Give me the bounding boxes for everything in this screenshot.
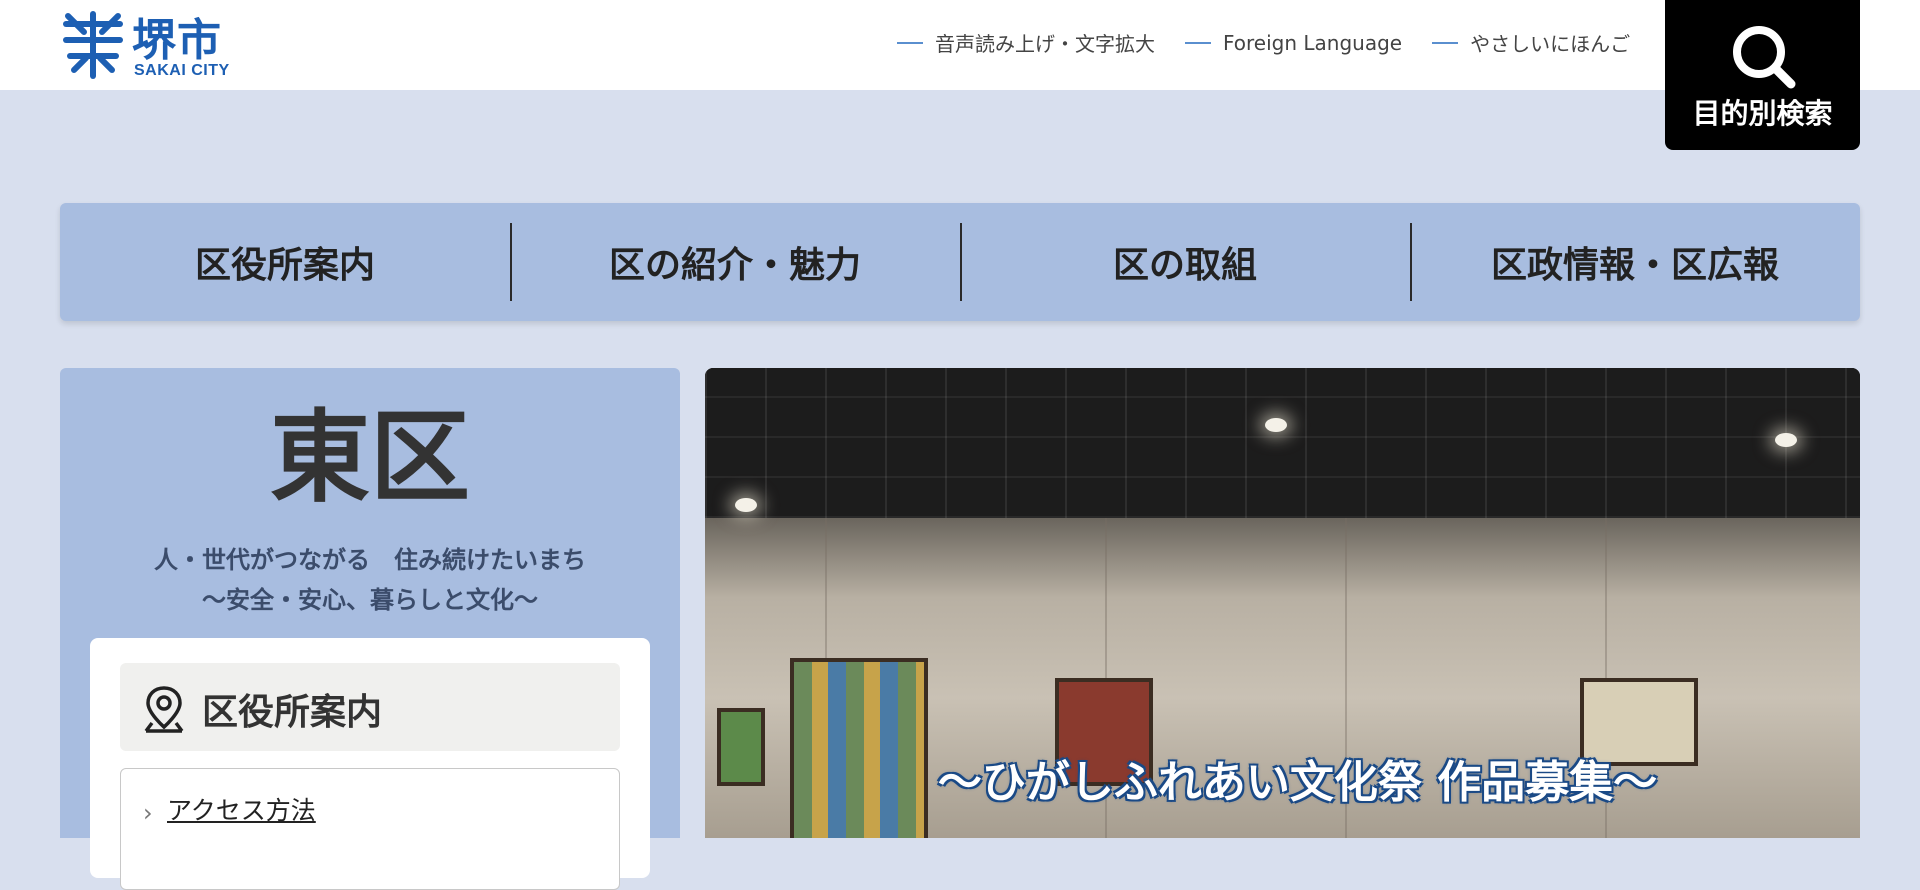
util-link-label: Foreign Language	[1223, 30, 1403, 55]
logo-text: 堺市	[132, 15, 222, 66]
logo-english-text: SAKAI CITY	[134, 62, 230, 79]
sakai-city-logo[interactable]: 堺市 SAKAI CITY	[60, 8, 260, 84]
main-navigation: 区役所案内 区の紹介・魅力 区の取組 区政情報・区広報	[60, 203, 1860, 321]
card-title: 区役所案内	[202, 692, 383, 733]
hero-banner[interactable]: 〜ひがしふれあい文化祭 作品募集〜	[705, 368, 1860, 838]
spotlight	[735, 498, 757, 512]
site-header: 堺市 SAKAI CITY 音声読み上げ・文字拡大 Foreign Langua…	[0, 0, 1920, 150]
nav-item-ward-government-info[interactable]: 区政情報・区広報	[1410, 203, 1860, 321]
ward-subtagline: 〜安全・安心、暮らしと文化〜	[202, 586, 538, 614]
nav-item-ward-introduction[interactable]: 区の紹介・魅力	[510, 203, 960, 321]
chevron-right-icon: ›	[143, 799, 153, 827]
dash-icon	[1432, 41, 1459, 44]
dash-icon	[1185, 41, 1211, 44]
nav-item-ward-initiatives[interactable]: 区の取組	[960, 203, 1410, 321]
search-icon	[1733, 26, 1796, 89]
util-link-label: 音声読み上げ・文字拡大	[935, 32, 1155, 56]
purpose-search-button[interactable]: 目的別検索	[1665, 0, 1860, 150]
utility-links: 音声読み上げ・文字拡大 Foreign Language やさしいにほんご	[897, 28, 1660, 57]
search-label: 目的別検索	[1692, 97, 1833, 130]
map-pin-icon	[144, 686, 184, 733]
ward-name: 東区	[270, 399, 470, 516]
text-to-speech-link[interactable]: 音声読み上げ・文字拡大	[897, 28, 1155, 57]
hero-caption: 〜ひがしふれあい文化祭 作品募集〜	[937, 757, 1658, 808]
easy-japanese-link[interactable]: やさしいにほんご	[1432, 28, 1630, 57]
spotlight	[1775, 433, 1797, 447]
card-header: 区役所案内	[120, 663, 620, 751]
ward-tagline: 人・世代がつながる 住み続けたいまち	[154, 546, 586, 574]
city-emblem-icon	[63, 11, 123, 79]
ward-office-guide-card: 区役所案内 › アクセス方法	[90, 638, 650, 890]
ward-side-panel: 東区 人・世代がつながる 住み続けたいまち 〜安全・安心、暮らしと文化〜 区役所…	[60, 368, 680, 890]
gallery-ceiling	[705, 368, 1860, 518]
util-link-label: やさしいにほんご	[1470, 32, 1631, 56]
foreign-language-link[interactable]: Foreign Language	[1185, 28, 1402, 57]
dash-icon	[897, 41, 923, 44]
access-link-item[interactable]: › アクセス方法	[120, 768, 620, 890]
spotlight	[1265, 418, 1287, 432]
access-method-link[interactable]: アクセス方法	[167, 791, 316, 827]
nav-item-ward-office-guide[interactable]: 区役所案内	[60, 203, 510, 321]
